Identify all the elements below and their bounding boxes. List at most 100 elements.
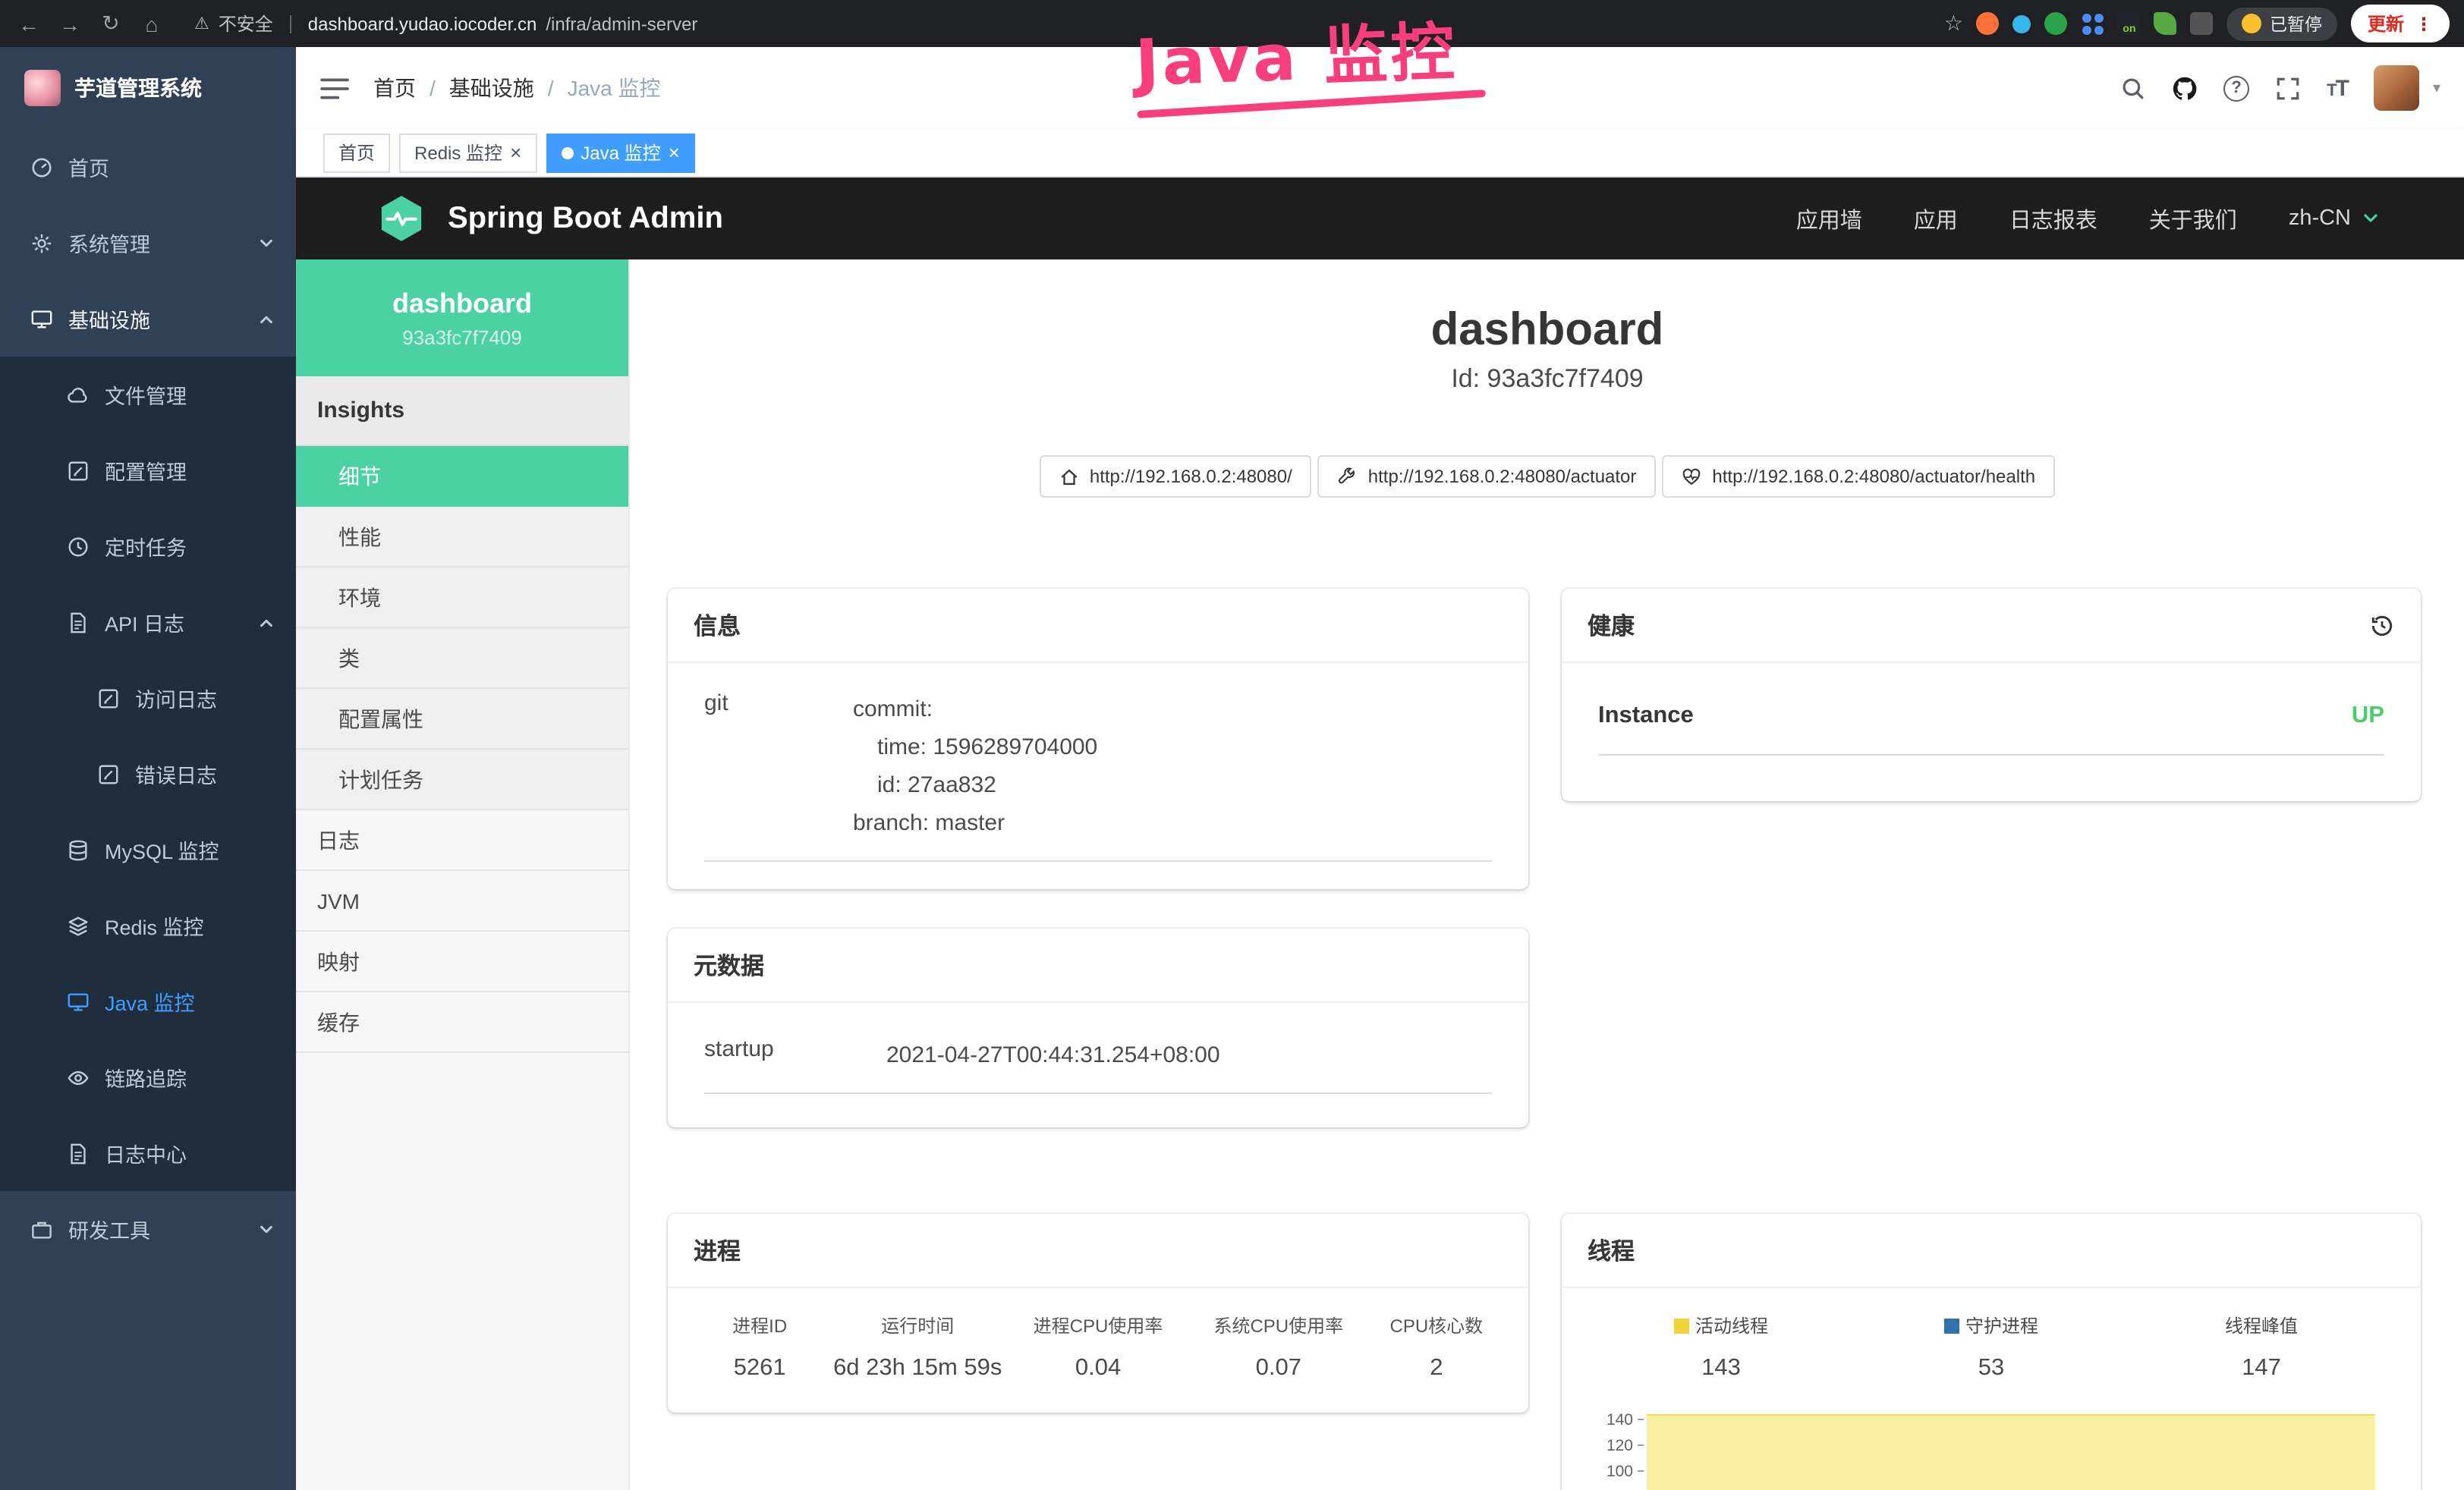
forward-button[interactable]: → <box>56 11 83 36</box>
sba-item-details[interactable]: 细节 <box>296 446 628 507</box>
instance-link-root[interactable]: http://192.168.0.2:48080/ <box>1040 455 1312 498</box>
tag-label: Redis 监控 <box>414 140 502 165</box>
extension-icon-green-circle[interactable] <box>2045 12 2068 35</box>
tag-home[interactable]: 首页 <box>323 133 390 172</box>
home-button[interactable]: ⌂ <box>138 11 165 36</box>
instance-link-health[interactable]: http://192.168.0.2:48080/actuator/health <box>1662 455 2055 498</box>
sidebar-item-home[interactable]: 首页 <box>0 129 296 205</box>
sidebar-item-redis-monitor[interactable]: Redis 监控 <box>0 888 296 963</box>
back-button[interactable]: ← <box>15 11 42 36</box>
paused-label: 已暂停 <box>2270 11 2322 36</box>
sidebar-item-infrastructure[interactable]: 基础设施 <box>0 281 296 357</box>
github-icon[interactable] <box>2172 75 2198 101</box>
header-actions: ? TT ▾ <box>2120 65 2440 111</box>
sidebar-item-access-logs[interactable]: 访问日志 <box>0 660 296 736</box>
font-size-icon[interactable]: TT <box>2327 75 2348 101</box>
sidebar-item-dev-tools[interactable]: 研发工具 <box>0 1191 296 1267</box>
sba-item-jvm[interactable]: JVM <box>296 871 628 932</box>
sba-item-scheduled-tasks[interactable]: 计划任务 <box>296 750 628 810</box>
tag-label: 首页 <box>338 140 375 165</box>
close-icon[interactable]: × <box>510 143 521 162</box>
sidebar-item-label: Redis 监控 <box>105 910 204 941</box>
legend-peak-threads: 线程峰值 147 <box>2126 1312 2396 1382</box>
tag-redis-monitor[interactable]: Redis 监控 × <box>399 133 537 172</box>
sidebar-item-system-management[interactable]: 系统管理 <box>0 205 296 281</box>
sba-item-mappings[interactable]: 映射 <box>296 932 628 992</box>
address-bar[interactable]: ⚠ 不安全 dashboard.yudao.iocoder.cn/infra/a… <box>194 11 697 36</box>
sba-nav-about[interactable]: 关于我们 <box>2149 203 2237 234</box>
sba-brand[interactable]: Spring Boot Admin <box>375 194 723 243</box>
cloud-icon <box>67 383 90 406</box>
instance-link-actuator[interactable]: http://192.168.0.2:48080/actuator <box>1318 455 1657 498</box>
refresh-button[interactable]: ↻ <box>97 11 124 36</box>
tag-java-monitor[interactable]: Java 监控 × <box>546 133 695 172</box>
threads-chart-y-axis: 140 120 100 <box>1586 1407 1644 1484</box>
sba-item-caches[interactable]: 缓存 <box>296 992 628 1053</box>
extension-icon-leaf[interactable] <box>2154 12 2177 35</box>
screenshot-root: Java 监控 ← → ↻ ⌂ ⚠ 不安全 dashboard.yudao.io… <box>0 0 2464 1490</box>
sidebar-item-java-monitor[interactable]: Java 监控 <box>0 963 296 1039</box>
page-title: dashboard <box>630 305 2464 357</box>
history-icon[interactable] <box>2369 612 2395 638</box>
close-icon[interactable]: × <box>669 143 680 162</box>
sba-nav-journal[interactable]: 日志报表 <box>2009 203 2097 234</box>
process-table: 进程ID 5261 运行时间 6d 23h 15m 59s 进程CPU使用率 <box>692 1312 1504 1382</box>
sidebar-item-trace[interactable]: 链路追踪 <box>0 1039 296 1115</box>
sba-item-config-props[interactable]: 配置属性 <box>296 689 628 750</box>
sba-locale-select[interactable]: zh-CN <box>2289 206 2380 231</box>
avatar-caret-icon[interactable]: ▾ <box>2433 80 2440 96</box>
sba-group-insights: Insights <box>296 376 628 446</box>
sidebar-item-label: Java 监控 <box>105 986 195 1017</box>
breadcrumb-infrastructure[interactable]: 基础设施 <box>449 73 534 103</box>
link-url: http://192.168.0.2:48080/actuator/health <box>1712 466 2035 487</box>
sidebar-item-mysql-monitor[interactable]: MySQL 监控 <box>0 812 296 888</box>
extension-icon-puzzle[interactable] <box>2191 12 2214 35</box>
extension-icon-on-badge[interactable]: on <box>2118 12 2141 35</box>
edit-document-icon <box>97 762 120 785</box>
sba-item-environment[interactable]: 环境 <box>296 567 628 628</box>
heart-pulse-icon <box>1682 467 1701 486</box>
profile-paused-badge[interactable]: 已暂停 <box>2227 7 2337 40</box>
info-key: git <box>704 690 853 842</box>
sba-item-classes[interactable]: 类 <box>296 628 628 689</box>
process-col-uptime: 运行时间 6d 23h 15m 59s <box>827 1312 1008 1382</box>
sba-instance-header[interactable]: dashboard 93a3fc7f7409 <box>296 259 628 376</box>
help-icon[interactable]: ? <box>2223 75 2249 101</box>
extension-icon-orange[interactable] <box>1977 12 2000 35</box>
gear-icon <box>30 231 53 254</box>
active-dot <box>561 146 573 159</box>
sidebar-item-api-logs[interactable]: API 日志 <box>0 584 296 660</box>
sidebar-item-error-logs[interactable]: 错误日志 <box>0 736 296 812</box>
fullscreen-icon[interactable] <box>2275 75 2301 101</box>
health-status-badge: UP <box>2352 703 2384 730</box>
sba-item-performance[interactable]: 性能 <box>296 507 628 567</box>
sba-nav-applications[interactable]: 应用 <box>1914 203 1958 234</box>
bookmark-star-icon[interactable]: ☆ <box>1944 11 1963 36</box>
browser-update-button[interactable]: 更新 ⋮ <box>2351 5 2450 42</box>
sba-item-logs[interactable]: 日志 <box>296 810 628 871</box>
sidebar-item-file-management[interactable]: 文件管理 <box>0 357 296 432</box>
app-logo[interactable]: 芋道管理系统 <box>0 47 296 129</box>
chevron-up-icon <box>258 310 275 327</box>
layers-icon <box>67 914 90 937</box>
locale-value: zh-CN <box>2289 206 2351 231</box>
card-info: 信息 git commit: time: 1596289704000 id: 2… <box>668 589 1528 889</box>
extension-icon-drop[interactable] <box>2013 14 2031 33</box>
breadcrumb-home[interactable]: 首页 <box>373 73 416 103</box>
wrench-icon <box>1338 467 1358 486</box>
dashboard-icon <box>30 156 53 178</box>
sidebar-item-log-center[interactable]: 日志中心 <box>0 1115 296 1191</box>
chevron-down-icon <box>258 1221 275 1237</box>
search-icon[interactable] <box>2120 75 2146 101</box>
warning-icon: ⚠ <box>194 14 209 33</box>
sidebar-item-scheduled-jobs[interactable]: 定时任务 <box>0 508 296 584</box>
sba-nav-wallboard[interactable]: 应用墙 <box>1796 203 1862 234</box>
user-avatar[interactable] <box>2374 65 2419 111</box>
extension-icon-grid[interactable] <box>2082 12 2104 35</box>
sba-logo-icon <box>375 194 428 243</box>
browser-menu-icon[interactable]: ⋮ <box>2415 13 2433 34</box>
sba-brand-label: Spring Boot Admin <box>448 201 723 236</box>
sidebar-item-config-management[interactable]: 配置管理 <box>0 432 296 508</box>
browser-chrome: ← → ↻ ⌂ ⚠ 不安全 dashboard.yudao.iocoder.cn… <box>0 0 2464 47</box>
hamburger-icon[interactable] <box>320 77 349 99</box>
